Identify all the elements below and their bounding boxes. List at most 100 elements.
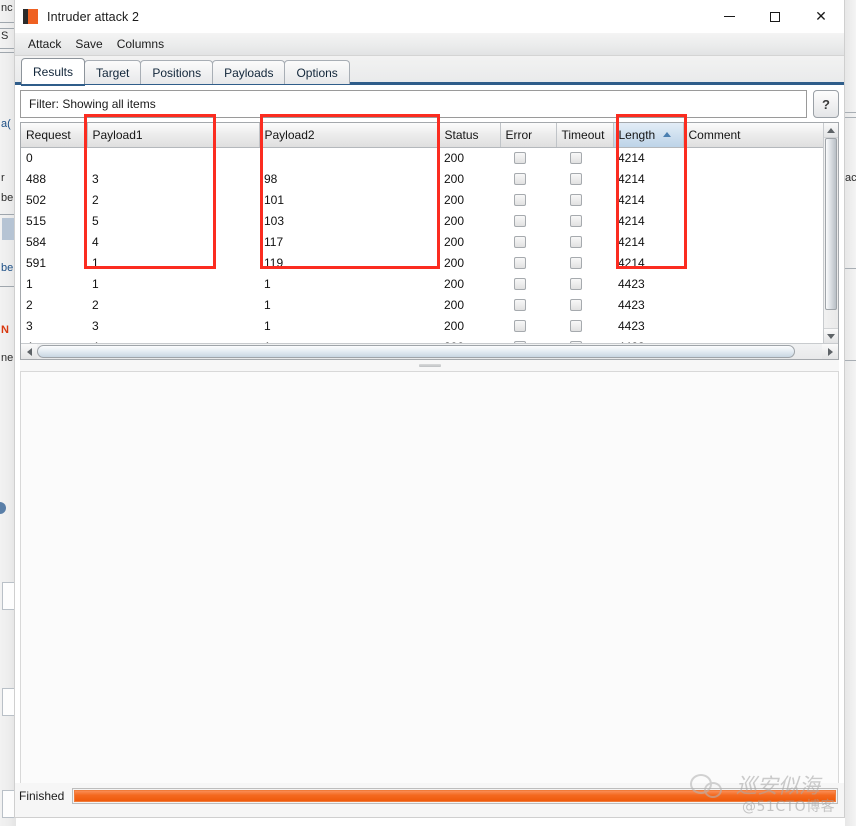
scroll-right-button[interactable] (822, 344, 838, 359)
close-icon: ✕ (815, 8, 827, 25)
cell-comment (683, 294, 823, 315)
minimize-button[interactable] (706, 0, 752, 33)
error-checkbox[interactable] (514, 214, 526, 227)
cell-payload2: 98 (264, 171, 278, 186)
panel-splitter[interactable] (20, 360, 839, 371)
cell-payload1: 1 (92, 255, 99, 270)
cell-error (500, 231, 556, 252)
error-checkbox[interactable] (514, 235, 526, 248)
column-header-comment[interactable]: Comment (683, 123, 823, 148)
tab-target[interactable]: Target (84, 60, 142, 84)
table-row[interactable]: 584 4 117 200 4214 (21, 231, 823, 252)
menu-item-save[interactable]: Save (68, 33, 109, 56)
question-mark-icon: ? (822, 96, 830, 112)
cell-comment (683, 252, 823, 273)
timeout-checkbox[interactable] (570, 235, 582, 248)
tab-results[interactable]: Results (21, 58, 86, 86)
column-header-length[interactable]: Length (613, 123, 684, 148)
error-checkbox[interactable] (514, 319, 526, 332)
cell-timeout (556, 168, 613, 189)
timeout-checkbox[interactable] (570, 256, 582, 269)
minimize-icon (723, 16, 735, 17)
table-row[interactable]: 1 1 1 200 4423 (21, 273, 823, 294)
results-vertical-scrollbar[interactable] (822, 123, 838, 343)
table-row[interactable]: 515 5 103 200 4214 (21, 210, 823, 231)
table-row[interactable]: 488 3 98 200 4214 (21, 168, 823, 189)
bg-fragment: S (1, 30, 9, 42)
cell-request: 515 (26, 213, 47, 228)
menu-bar: Attack Save Columns (15, 33, 844, 56)
cell-request: 4 (21, 336, 87, 344)
close-button[interactable]: ✕ (798, 0, 844, 33)
timeout-checkbox[interactable] (570, 277, 582, 290)
chevron-down-icon (826, 333, 835, 339)
cell-status: 200 (444, 255, 465, 270)
window-controls: ✕ (706, 0, 844, 33)
bg-fragment: N (1, 324, 9, 336)
tab-positions[interactable]: Positions (140, 60, 214, 84)
vertical-scroll-track[interactable] (824, 138, 838, 328)
scroll-down-button[interactable] (823, 328, 838, 343)
cell-payload1: 4 (92, 234, 99, 249)
vertical-scroll-thumb[interactable] (824, 138, 837, 310)
chevron-left-icon (26, 347, 32, 356)
filter-bar[interactable]: Filter: Showing all items (20, 90, 807, 118)
results-table: Request Payload1 Payload2 Status Error T… (21, 123, 823, 343)
timeout-checkbox[interactable] (570, 172, 582, 185)
splitter-grip[interactable] (418, 364, 441, 367)
error-checkbox[interactable] (514, 298, 526, 311)
column-header-payload2[interactable]: Payload2 (259, 123, 440, 148)
table-row[interactable]: 4412004423 (21, 336, 823, 343)
cell-comment (683, 147, 823, 168)
tab-payloads[interactable]: Payloads (212, 60, 286, 84)
menu-item-attack[interactable]: Attack (21, 33, 68, 56)
horizontal-scroll-thumb[interactable] (37, 345, 795, 358)
cell-error (500, 315, 556, 336)
table-row[interactable]: 2 2 1 200 4423 (21, 294, 823, 315)
cell-request: 584 (26, 234, 47, 249)
cell-length: 4214 (618, 192, 645, 207)
column-header-payload1[interactable]: Payload1 (87, 123, 260, 148)
timeout-checkbox[interactable] (570, 193, 582, 206)
results-table-viewport[interactable]: Request Payload1 Payload2 Status Error T… (21, 123, 823, 343)
error-checkbox[interactable] (514, 172, 526, 185)
bg-fragment: nc (1, 2, 13, 14)
timeout-checkbox[interactable] (570, 319, 582, 332)
maximize-button[interactable] (752, 0, 798, 33)
cell-length: 4214 (618, 234, 645, 249)
tab-options[interactable]: Options (284, 60, 350, 84)
results-panel: Filter: Showing all items ? Request Payl… (15, 84, 844, 783)
table-row[interactable]: 502 2 101 200 4214 (21, 189, 823, 210)
results-table-header-row: Request Payload1 Payload2 Status Error T… (21, 123, 823, 148)
error-checkbox[interactable] (514, 340, 526, 343)
request-response-panel[interactable] (20, 371, 839, 783)
timeout-checkbox[interactable] (570, 298, 582, 311)
column-header-status[interactable]: Status (439, 123, 501, 148)
table-row[interactable]: 0 200 4214 (21, 147, 823, 168)
scroll-up-button[interactable] (823, 123, 838, 138)
cell-length: 4423 (618, 276, 645, 291)
table-row[interactable]: 3 3 1 200 4423 (21, 315, 823, 336)
error-checkbox[interactable] (514, 193, 526, 206)
horizontal-scroll-track[interactable] (37, 344, 822, 359)
scroll-left-button[interactable] (21, 344, 37, 359)
title-bar: Intruder attack 2 ✕ (15, 0, 844, 33)
cell-length: 4214 (618, 213, 645, 228)
help-button[interactable]: ? (813, 90, 839, 118)
error-checkbox[interactable] (514, 151, 526, 164)
cell-status: 200 (444, 276, 465, 291)
bg-fragment: ac (845, 172, 856, 184)
column-header-request[interactable]: Request (21, 123, 88, 148)
cell-error (500, 168, 556, 189)
column-header-timeout[interactable]: Timeout (556, 123, 614, 148)
menu-item-columns[interactable]: Columns (110, 33, 171, 56)
error-checkbox[interactable] (514, 256, 526, 269)
timeout-checkbox[interactable] (570, 151, 582, 164)
timeout-checkbox[interactable] (570, 340, 582, 343)
column-header-error[interactable]: Error (500, 123, 557, 148)
cell-comment (683, 336, 823, 343)
error-checkbox[interactable] (514, 277, 526, 290)
results-horizontal-scrollbar[interactable] (21, 343, 838, 359)
timeout-checkbox[interactable] (570, 214, 582, 227)
table-row[interactable]: 591 1 119 200 4214 (21, 252, 823, 273)
